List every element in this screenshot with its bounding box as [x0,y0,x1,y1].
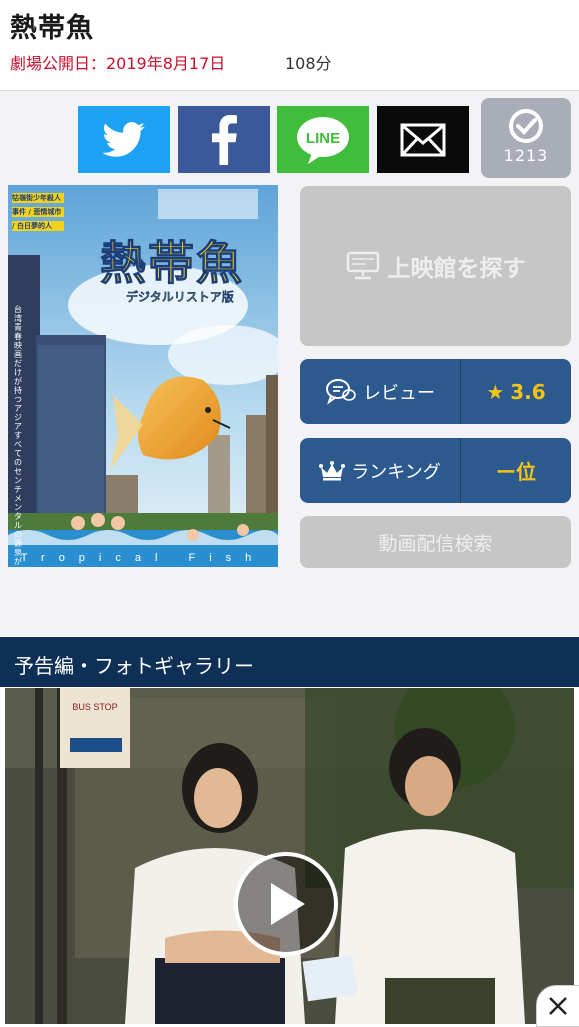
star-icon: ★ [486,379,505,404]
runtime: 108分 [285,54,332,73]
play-button[interactable] [234,852,338,956]
bus-stop-sign: BUS STOP [72,702,117,712]
close-icon [549,997,567,1015]
find-theater-label: 上映館を探す [387,256,526,282]
ranking-value-cell[interactable]: ー位 [461,438,571,503]
poster-title: 熱帯魚 [100,236,244,291]
gallery-section-title: 予告編・フォトギャラリー [14,654,254,678]
movie-poster[interactable]: 熱帯魚 デジタルリストア版 牯嶺街少年殺人事件 / 悲情城市 / 白日夢的人 台… [8,185,278,567]
checkmark-badge-icon [509,109,543,143]
twitter-bird-icon [102,121,145,157]
line-label: LINE [306,130,340,147]
ranking-left[interactable]: ランキング [300,438,460,503]
ranking-value: ー位 [496,460,536,484]
speech-bubble-icon [326,378,356,405]
find-theater-button[interactable]: 上映館を探す [300,186,571,346]
twitter-share-button[interactable] [78,106,170,173]
poster-tagline: 台湾青春映画だけが持つアジアすべてのセンチメンタルの源泉がここに [14,305,22,567]
release-date: 劇場公開日：2019年8月17日 [10,54,226,73]
checkin-button[interactable]: 1213 [481,98,571,178]
facebook-share-button[interactable] [178,106,270,173]
gallery-section-header: 予告編・フォトギャラリー [0,637,579,687]
poster-subtitle: デジタルリストア版 [126,290,234,304]
crown-icon [319,460,346,480]
facebook-f-icon [211,114,237,165]
poster-credits: 牯嶺街少年殺人事件 / 悲情城市 / 白日夢的人 [12,194,62,230]
streaming-search-button[interactable]: 動画配信検索 [300,516,571,568]
monitor-icon [346,251,379,280]
line-share-button[interactable]: LINE [277,106,369,173]
ranking-button[interactable]: ランキング ー位 [300,438,571,503]
mail-envelope-icon [400,123,446,156]
page-title: 熱帯魚 [10,13,94,44]
trailer-video[interactable]: BUS STOP [5,688,574,1024]
review-left[interactable]: レビュー [300,359,460,424]
movie-header: 熱帯魚 劇場公開日：2019年8月17日 108分 [0,0,579,90]
streaming-search-label: 動画配信検索 [378,532,493,555]
mail-share-button[interactable] [377,106,469,173]
play-icon [271,883,305,925]
review-button[interactable]: レビュー ★ 3.6 [300,359,571,424]
poster-footer: Tropical Fish [20,552,266,564]
review-label: レビュー [363,382,435,404]
close-button[interactable] [536,985,579,1027]
ranking-label: ランキング [351,461,441,483]
rating-value: 3.6 [510,379,546,404]
checkin-count: 1213 [503,146,549,165]
line-logo-icon: LINE [297,116,349,164]
rating-value-cell[interactable]: ★ 3.6 [461,359,571,424]
